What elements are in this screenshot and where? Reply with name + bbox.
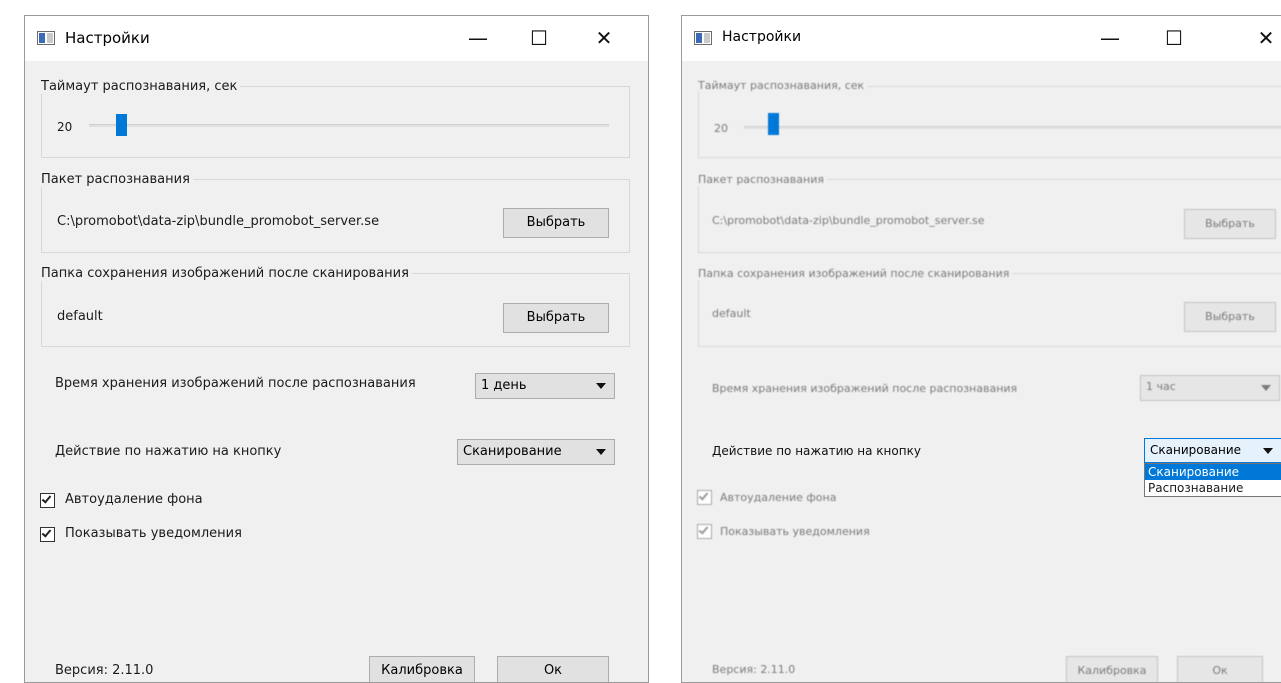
action-select[interactable]: Сканирование [457, 439, 615, 465]
action-dropdown-list: Сканирование Распознавание [1144, 463, 1281, 497]
folder-group-title: Папка сохранения изображений после скани… [698, 267, 1013, 280]
ok-button[interactable]: Ок [497, 656, 609, 682]
auto-remove-bg-label: Автоудаление фона [65, 492, 203, 507]
auto-remove-bg-checkbox[interactable] [40, 493, 55, 508]
chevron-down-icon [596, 383, 606, 389]
timeout-group-title: Таймаут распознавания, сек [41, 79, 241, 94]
close-button[interactable]: ✕ [581, 16, 627, 61]
folder-choose-button[interactable]: Выбрать [1184, 302, 1276, 332]
minimize-button[interactable]: — [1087, 16, 1133, 61]
storage-label: Время хранения изображений после распозн… [712, 382, 1018, 395]
close-button[interactable]: ✕ [1243, 16, 1281, 61]
auto-remove-bg-checkbox[interactable] [697, 490, 712, 505]
timeout-group-title: Таймаут распознавания, сек [698, 79, 868, 92]
bundle-group-title: Пакет распознавания [41, 172, 193, 187]
minimize-button[interactable]: — [455, 16, 501, 61]
maximize-button[interactable]: ☐ [516, 16, 562, 61]
checkmark-icon [41, 527, 52, 538]
storage-select-value: 1 час [1146, 380, 1176, 393]
app-icon [694, 31, 712, 45]
dropdown-option-recognize[interactable]: Распознавание [1145, 480, 1281, 496]
timeout-value: 20 [714, 122, 728, 135]
calibrate-button[interactable]: Калибровка [1066, 656, 1158, 682]
timeout-slider-handle[interactable] [116, 114, 127, 136]
checkmark-icon [698, 490, 709, 501]
timeout-slider-track[interactable] [744, 126, 1281, 129]
window-title: Настройки [65, 29, 150, 47]
show-notifications-label: Показывать уведомления [65, 526, 242, 541]
action-label: Действие по нажатию на кнопку [712, 444, 921, 458]
chevron-down-icon [596, 449, 606, 455]
settings-window-right: Настройки — ☐ ✕ Таймаут распознавания, с… [681, 15, 1281, 683]
bundle-path: C:\promobot\data-zip\bundle_promobot_ser… [712, 214, 985, 227]
version-text: Версия: 2.11.0 [55, 663, 154, 678]
timeout-group [41, 86, 630, 158]
app-icon [37, 31, 55, 45]
chevron-down-icon [1261, 385, 1271, 391]
ok-button[interactable]: Ок [1177, 656, 1263, 682]
action-select[interactable]: Сканирование [1144, 438, 1281, 463]
storage-label: Время хранения изображений после распозн… [55, 376, 416, 391]
storage-select[interactable]: 1 час [1140, 375, 1280, 401]
show-notifications-checkbox[interactable] [697, 524, 712, 539]
timeout-slider-track[interactable] [89, 124, 609, 127]
folder-group-title: Папка сохранения изображений после скани… [41, 266, 412, 281]
folder-choose-button[interactable]: Выбрать [503, 303, 609, 333]
bundle-group-title: Пакет распознавания [698, 173, 827, 186]
bundle-path: C:\promobot\data-zip\bundle_promobot_ser… [57, 214, 380, 229]
storage-select-value: 1 день [481, 378, 527, 393]
checkmark-icon [41, 493, 52, 504]
version-text: Версия: 2.11.0 [712, 663, 796, 676]
chevron-down-icon [1263, 448, 1273, 454]
action-select-value: Сканирование [1150, 443, 1242, 457]
title-bar[interactable]: Настройки — ☐ ✕ [25, 16, 648, 61]
timeout-slider-handle[interactable] [768, 113, 779, 135]
timeout-value: 20 [57, 120, 73, 134]
show-notifications-label: Показывать уведомления [720, 525, 870, 538]
bundle-choose-button[interactable]: Выбрать [503, 208, 609, 238]
calibrate-button[interactable]: Калибровка [369, 656, 475, 682]
settings-window-left: Настройки — ☐ ✕ Таймаут распознавания, с… [24, 15, 649, 683]
window-title: Настройки [722, 29, 802, 45]
timeout-group [698, 86, 1281, 158]
storage-select[interactable]: 1 день [475, 373, 615, 399]
title-bar[interactable]: Настройки — ☐ ✕ [682, 16, 1281, 61]
checkmark-icon [698, 524, 709, 535]
auto-remove-bg-label: Автоудаление фона [720, 491, 837, 504]
maximize-button[interactable]: ☐ [1151, 16, 1197, 61]
bundle-choose-button[interactable]: Выбрать [1184, 209, 1276, 239]
folder-value: default [712, 307, 751, 320]
show-notifications-checkbox[interactable] [40, 527, 55, 542]
dropdown-option-scan[interactable]: Сканирование [1145, 464, 1281, 480]
action-label: Действие по нажатию на кнопку [55, 444, 282, 459]
folder-value: default [57, 309, 103, 324]
action-select-value: Сканирование [463, 444, 562, 459]
